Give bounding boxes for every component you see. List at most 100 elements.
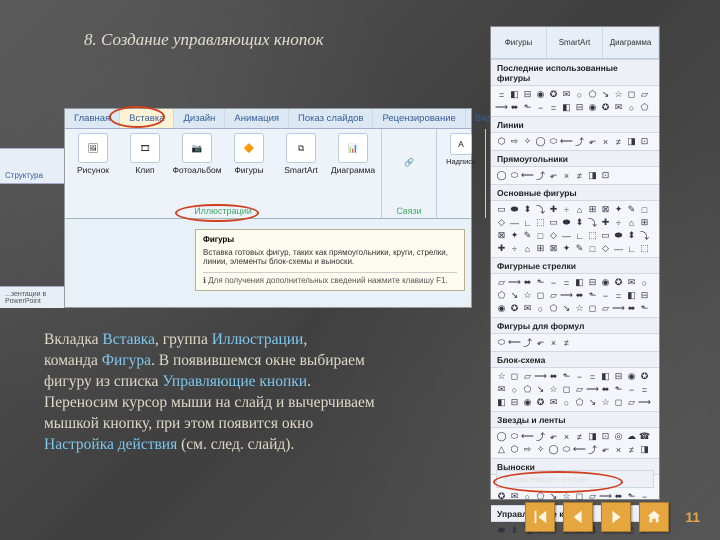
bt-4: команда <box>44 352 102 369</box>
shape-glyph: − <box>548 277 559 288</box>
shape-glyph: ○ <box>639 277 650 288</box>
shape-glyph: ☆ <box>613 89 624 100</box>
shape-glyph: ⊟ <box>613 371 624 382</box>
shapes-section: Линии⬡⇨✧◯⬭⟵⤴⬐×≠◨⊡ <box>491 116 659 150</box>
shape-glyph: ⟶ <box>561 290 572 301</box>
shape-glyph: ✪ <box>600 102 611 113</box>
bt-6: фигуру из списка <box>44 373 162 390</box>
shape-glyph: ⟵ <box>522 170 533 181</box>
tab-animation: Анимация <box>225 109 289 128</box>
shape-glyph: ∟ <box>626 243 637 254</box>
shape-glyph: ⬬ <box>509 204 520 215</box>
shapes-section-title: Фигурные стрелки <box>491 257 659 274</box>
shapes-section-title: Линии <box>491 116 659 133</box>
shape-glyph: ↘ <box>509 290 520 301</box>
shape-glyph: ▱ <box>574 384 585 395</box>
shape-glyph: ☆ <box>600 397 611 408</box>
shape-glyph: ≠ <box>561 337 572 348</box>
shape-glyph: ⬭ <box>496 337 507 348</box>
shape-glyph: — <box>561 230 572 241</box>
shape-glyph: ▭ <box>496 204 507 215</box>
shape-glyph: ✎ <box>574 243 585 254</box>
hp-shapes: Фигуры <box>491 27 547 58</box>
tooltip-body: Вставка готовых фигур, таких как прямоуг… <box>203 248 457 266</box>
shape-glyph: ⬑ <box>613 384 624 395</box>
shape-glyph: − <box>626 384 637 395</box>
group-illustrations: 🖼Рисунок 🎞Клип 📷Фотоальбом 🔶Фигуры ⧉Smar… <box>65 129 382 218</box>
shape-glyph: ⬑ <box>587 290 598 301</box>
ribbon-screenshot: Главная Вставка Дизайн Анимация Показ сл… <box>64 108 472 308</box>
outline-tab-label: Структура <box>5 171 43 180</box>
shape-glyph: ⟵ <box>522 431 533 442</box>
shape-glyph: ▱ <box>522 371 533 382</box>
shape-glyph: ○ <box>509 384 520 395</box>
shape-glyph: ⤴ <box>535 170 546 181</box>
group-text-label <box>441 214 481 216</box>
shape-glyph: ⬠ <box>548 303 559 314</box>
shapes-section-title: Прямоугольники <box>491 150 659 167</box>
shape-glyph: ⬠ <box>535 491 546 502</box>
shape-glyph: ⬍ <box>626 230 637 241</box>
shapes-section-body: ⬡⇨✧◯⬭⟵⤴⬐×≠◨⊡ <box>491 133 659 150</box>
shape-glyph: ⬠ <box>496 290 507 301</box>
shape-glyph: ✚ <box>548 204 559 215</box>
shape-glyph: ☎ <box>639 431 650 442</box>
cmd-textbox: AНадпись <box>441 133 481 166</box>
shape-glyph: — <box>509 217 520 228</box>
tab-insert: Вставка <box>120 109 174 128</box>
shape-glyph: ⬠ <box>522 384 533 395</box>
shape-glyph: ⊠ <box>548 243 559 254</box>
next-button[interactable] <box>601 502 631 532</box>
shape-glyph: ▭ <box>548 217 559 228</box>
page-number: 11 <box>685 509 700 525</box>
shape-glyph: ◎ <box>613 431 624 442</box>
shape-glyph: ⤴ <box>522 337 533 348</box>
shape-glyph: ⬭ <box>561 444 572 455</box>
shape-glyph: ⟵ <box>561 136 572 147</box>
shape-glyph: − <box>574 371 585 382</box>
shapes-section: Фигурные стрелки▱⟶⬌⬑−=◧⊟◉✪✉○⬠↘☆◻▱⟶⬌⬑−=◧⊟… <box>491 257 659 317</box>
shape-glyph: ⬭ <box>509 170 520 181</box>
shapes-section-body: ▭⬬⬍⤵✚÷⌂⊞⊠✦✎□◇—∟⬚▭⬬⬍⤵✚÷⌂⊞⊠✦✎□◇—∟⬚▭⬬⬍⤵✚÷⌂⊞… <box>491 201 659 257</box>
shape-glyph: ⌂ <box>574 204 585 215</box>
cmd-album-label: Фотоальбом <box>172 165 221 175</box>
shape-glyph: ⬐ <box>548 431 559 442</box>
tab-slideshow: Показ слайдов <box>289 109 373 128</box>
prev-button[interactable] <box>563 502 593 532</box>
bt-10: (см. след. слайд). <box>181 436 294 453</box>
cmd-clip: 🎞Клип <box>121 133 169 175</box>
shape-glyph: ✎ <box>626 204 637 215</box>
shape-glyph: ⬐ <box>600 444 611 455</box>
first-button[interactable] <box>525 502 555 532</box>
shape-glyph: × <box>561 431 572 442</box>
shape-glyph: ⬬ <box>496 525 507 536</box>
shapes-sections: Последние использованные фигуры=◧⊟◉✪✉○⬠↘… <box>491 59 659 539</box>
shape-glyph: ◨ <box>587 170 598 181</box>
shape-glyph: □ <box>587 243 598 254</box>
shapes-section: Блок-схема☆◻▱⟶⬌⬑−=◧⊟◉✪✉○⬠↘☆◻▱⟶⬌⬑−=◧⊟◉✪✉○… <box>491 351 659 411</box>
shape-glyph: ⬠ <box>574 397 585 408</box>
home-button[interactable] <box>639 502 669 532</box>
shape-glyph: ⬌ <box>626 303 637 314</box>
shape-glyph: ◯ <box>535 136 546 147</box>
shape-glyph: ▱ <box>548 290 559 301</box>
shapes-section-body: =◧⊟◉✪✉○⬠↘☆◻▱⟶⬌⬑−=◧⊟◉✪✉○⬠ <box>491 86 659 116</box>
shape-glyph: ≠ <box>574 431 585 442</box>
shape-glyph: ◧ <box>509 89 520 100</box>
shape-glyph: = <box>496 89 507 100</box>
shape-glyph: ◻ <box>561 384 572 395</box>
shape-glyph: ○ <box>626 102 637 113</box>
shape-glyph: ⟵ <box>574 444 585 455</box>
status-strip: ...зентации в PowerPoint <box>0 286 64 308</box>
shape-glyph: = <box>548 102 559 113</box>
shape-glyph: ◧ <box>496 397 507 408</box>
shape-glyph: ⬌ <box>548 371 559 382</box>
shape-glyph: ▭ <box>600 230 611 241</box>
bt-h5: Настройка действия <box>44 436 181 453</box>
hp-smartart: SmartArt <box>547 27 603 58</box>
shape-glyph: ⇨ <box>522 444 533 455</box>
bt-9: мышкой кнопку, при этом появится окно <box>44 415 313 432</box>
shape-glyph: ↘ <box>600 89 611 100</box>
shape-glyph: ⇨ <box>509 136 520 147</box>
shape-glyph: ✚ <box>496 243 507 254</box>
